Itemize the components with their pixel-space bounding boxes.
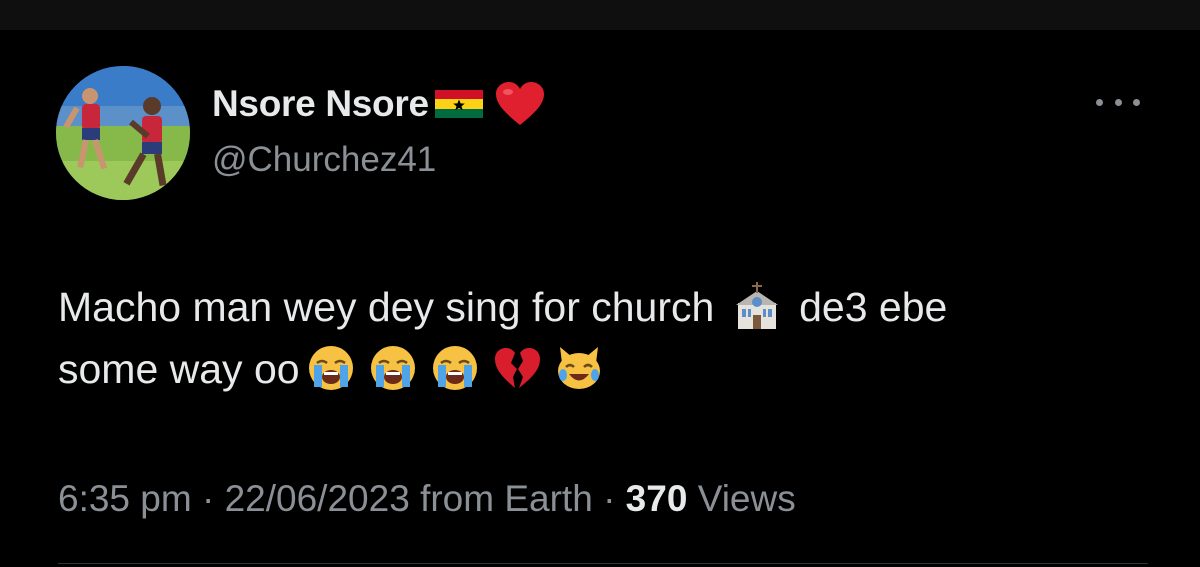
meta-separator: · — [201, 478, 215, 519]
loudly-crying-face-icon — [430, 343, 480, 393]
tweet-source: from Earth — [420, 478, 593, 519]
ghana-flag-icon — [433, 86, 485, 122]
more-options-button[interactable] — [1096, 90, 1140, 114]
meta-separator: · — [603, 478, 616, 519]
church-icon — [732, 281, 782, 331]
avatar[interactable] — [56, 66, 190, 200]
author-handle[interactable]: @Churchez41 — [212, 140, 436, 180]
more-dot-icon — [1133, 98, 1140, 106]
loudly-crying-face-icon — [368, 343, 418, 393]
views-count[interactable]: 370 — [626, 478, 688, 519]
tweet-time[interactable]: 6:35 pm — [58, 478, 192, 519]
more-dot-icon — [1096, 98, 1103, 106]
tweet-text-line2: some way oo — [58, 346, 300, 392]
tweet-text-line1-part2: de3 ebe — [799, 284, 948, 330]
avatar-image — [56, 66, 190, 200]
author-display-name[interactable]: Nsore Nsore — [212, 83, 429, 125]
tweet: Nsore Nsore @Churchez41 Macho man wey de… — [0, 30, 1200, 567]
tweet-metadata: 6:35 pm · 22/06/2023 from Earth · 370 Vi… — [58, 478, 796, 520]
tweet-text-line1-part1: Macho man wey dey sing for church — [58, 284, 715, 330]
cat-tears-of-joy-icon — [554, 343, 604, 393]
tweet-text: Macho man wey dey sing for church de3 eb… — [58, 276, 1168, 400]
broken-heart-icon — [492, 343, 542, 393]
divider — [58, 563, 1148, 564]
top-bar — [0, 0, 1200, 30]
loudly-crying-face-icon — [306, 343, 356, 393]
views-label[interactable]: Views — [698, 478, 796, 519]
tweet-date[interactable]: 22/06/2023 — [225, 478, 410, 519]
more-dot-icon — [1114, 98, 1122, 106]
red-heart-icon — [493, 79, 547, 129]
author-name-row[interactable]: Nsore Nsore — [212, 78, 547, 130]
